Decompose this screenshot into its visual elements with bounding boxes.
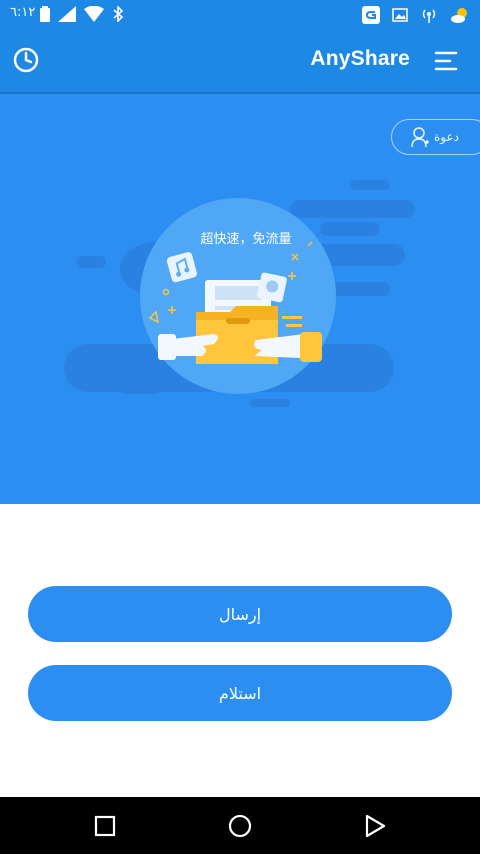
status-bar: ٦:١٢: [0, 0, 480, 30]
hero-banner: دعوة 超快速，免流量: [0, 94, 480, 504]
history-button[interactable]: [12, 46, 42, 76]
image-icon: [392, 8, 408, 22]
app-title: AnyShare: [310, 47, 410, 70]
send-button[interactable]: إرسال: [28, 586, 452, 642]
send-button-label: إرسال: [218, 604, 262, 624]
main-content: إرسال استلام: [0, 504, 480, 797]
recents-button[interactable]: [90, 811, 120, 841]
system-nav-bar: [0, 797, 480, 854]
weather-icon: [451, 8, 467, 23]
square-icon: [94, 815, 116, 837]
promo-text: 超快速，免流量: [200, 232, 292, 247]
menu-button[interactable]: [434, 49, 458, 73]
app-bar: AnyShare: [0, 30, 480, 92]
status-time: ٦:١٢: [10, 5, 36, 20]
receive-button-label: استلام: [218, 683, 262, 703]
battery-icon: [40, 6, 50, 22]
circle-icon: [228, 814, 252, 838]
hotspot-icon: [422, 9, 436, 23]
triangle-icon: [365, 814, 386, 838]
home-button[interactable]: [225, 811, 255, 841]
hero-illustration: [64, 180, 415, 407]
status-right-icons: [362, 5, 470, 25]
bluetooth-icon: [113, 6, 124, 22]
invite-button[interactable]: دعوة: [391, 119, 480, 155]
history-clock-icon: [13, 47, 39, 73]
wifi-icon: [84, 6, 104, 22]
receive-button[interactable]: استلام: [28, 665, 452, 721]
back-button[interactable]: [360, 811, 390, 841]
signal-icon: [58, 6, 76, 22]
app-g-icon: [362, 6, 380, 24]
menu-icon: [434, 51, 458, 71]
status-left-icons: [40, 6, 124, 22]
invite-label: دعوة: [434, 130, 459, 144]
add-person-icon: [411, 127, 429, 148]
